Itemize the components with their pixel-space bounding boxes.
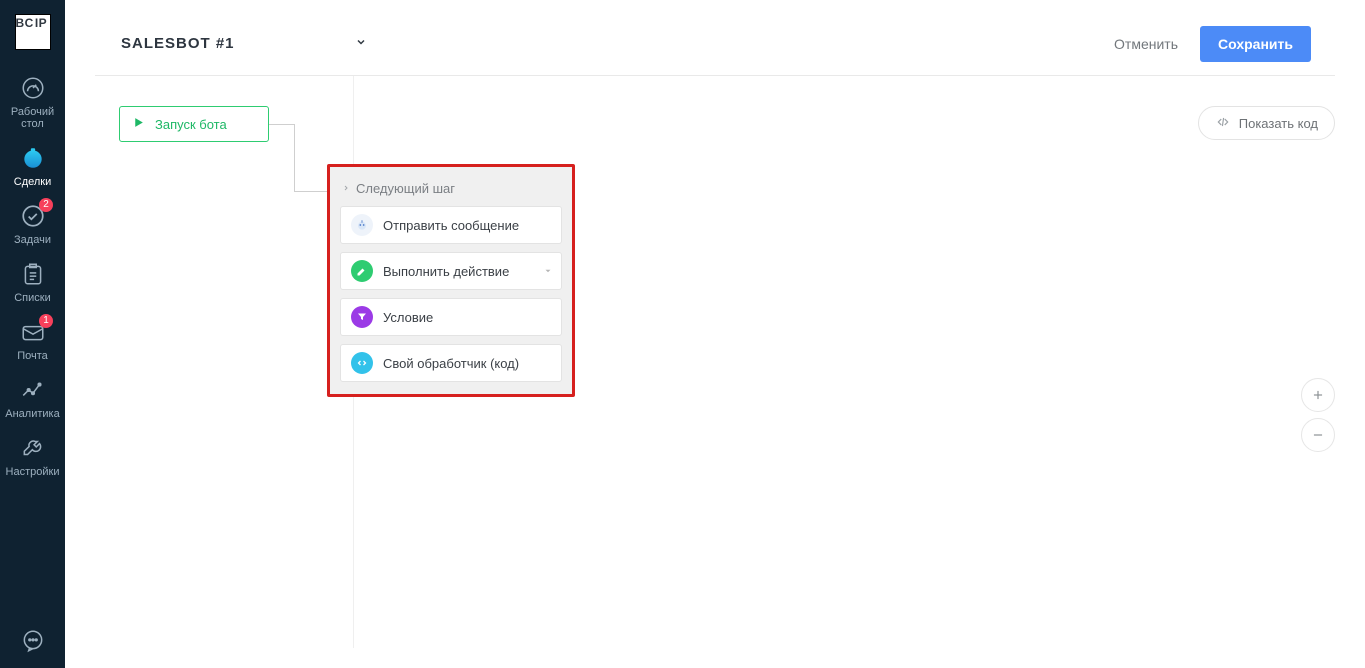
sidebar-item-label: Рабочий стол	[11, 106, 54, 130]
sidebar-item-settings[interactable]: Настройки	[0, 426, 65, 484]
badge-count: 1	[39, 314, 53, 328]
editor-panel: SALESBOT #1 Отменить Сохранить Запуск бо…	[95, 12, 1335, 648]
sidebar-item-label: Аналитика	[5, 408, 59, 420]
sidebar-item-label: Почта	[17, 350, 48, 362]
sidebar-item-mail[interactable]: Почта 1	[0, 310, 65, 368]
badge-count: 2	[39, 198, 53, 212]
robot-icon	[351, 214, 373, 236]
code-icon	[1215, 115, 1231, 132]
start-bot-node[interactable]: Запуск бота	[119, 106, 269, 142]
logo-part-1: BC	[16, 15, 33, 49]
main-area: SALESBOT #1 Отменить Сохранить Запуск бо…	[65, 0, 1365, 668]
minus-icon	[1311, 428, 1325, 442]
sidebar-item-tasks[interactable]: Задачи 2	[0, 194, 65, 252]
bot-title[interactable]: SALESBOT #1	[121, 35, 235, 52]
topbar: SALESBOT #1 Отменить Сохранить	[95, 12, 1335, 76]
step-option-label: Условие	[383, 310, 433, 325]
filter-icon	[351, 306, 373, 328]
dropdown-arrow-icon[interactable]	[543, 264, 553, 279]
deals-icon	[19, 144, 47, 172]
zoom-in-button[interactable]	[1301, 378, 1335, 412]
wrench-icon	[19, 434, 47, 462]
save-button[interactable]: Сохранить	[1200, 26, 1311, 62]
sidebar-item-label: Настройки	[6, 466, 60, 478]
step-option-send-message[interactable]: Отправить сообщение	[340, 206, 562, 244]
zoom-controls	[1301, 378, 1335, 458]
sidebar-item-lists[interactable]: Списки	[0, 252, 65, 310]
step-panel-header-label: Следующий шаг	[356, 181, 455, 196]
show-code-label: Показать код	[1239, 116, 1318, 131]
chevron-down-icon[interactable]	[355, 35, 367, 53]
step-option-custom-handler[interactable]: Свой обработчик (код)	[340, 344, 562, 382]
left-sidebar: BC IP Рабочий стол Сделки Задачи 2 Списк…	[0, 0, 65, 668]
analytics-icon	[19, 376, 47, 404]
sidebar-item-label: Сделки	[14, 176, 52, 188]
step-option-label: Отправить сообщение	[383, 218, 519, 233]
sidebar-item-label: Списки	[14, 292, 51, 304]
chevron-right-icon	[342, 181, 350, 196]
step-option-label: Свой обработчик (код)	[383, 356, 519, 371]
show-code-button[interactable]: Показать код	[1198, 106, 1335, 140]
step-option-condition[interactable]: Условие	[340, 298, 562, 336]
dashboard-icon	[19, 74, 47, 102]
step-option-label: Выполнить действие	[383, 264, 509, 279]
connector-line	[294, 124, 295, 192]
code-icon	[351, 352, 373, 374]
sidebar-item-analytics[interactable]: Аналитика	[0, 368, 65, 426]
plus-icon	[1311, 388, 1325, 402]
flow-canvas[interactable]: Запуск бота Следующий шаг Отправить сооб…	[95, 76, 1335, 648]
logo-part-2: IP	[33, 15, 50, 49]
connector-line	[269, 124, 295, 125]
lists-icon	[19, 260, 47, 288]
logo: BC IP	[15, 14, 51, 50]
cancel-button[interactable]: Отменить	[1100, 28, 1192, 60]
chat-button[interactable]	[0, 614, 65, 668]
pencil-icon	[351, 260, 373, 282]
chat-icon	[20, 628, 46, 654]
sidebar-item-dashboard[interactable]: Рабочий стол	[0, 66, 65, 136]
step-panel-header: Следующий шаг	[342, 181, 560, 196]
step-option-execute-action[interactable]: Выполнить действие	[340, 252, 562, 290]
sidebar-item-label: Задачи	[14, 234, 51, 246]
connector-line	[294, 191, 329, 192]
sidebar-item-deals[interactable]: Сделки	[0, 136, 65, 194]
start-node-label: Запуск бота	[155, 117, 227, 132]
play-icon	[132, 116, 145, 132]
next-step-panel: Следующий шаг Отправить сообщение Выполн…	[327, 164, 575, 397]
zoom-out-button[interactable]	[1301, 418, 1335, 452]
